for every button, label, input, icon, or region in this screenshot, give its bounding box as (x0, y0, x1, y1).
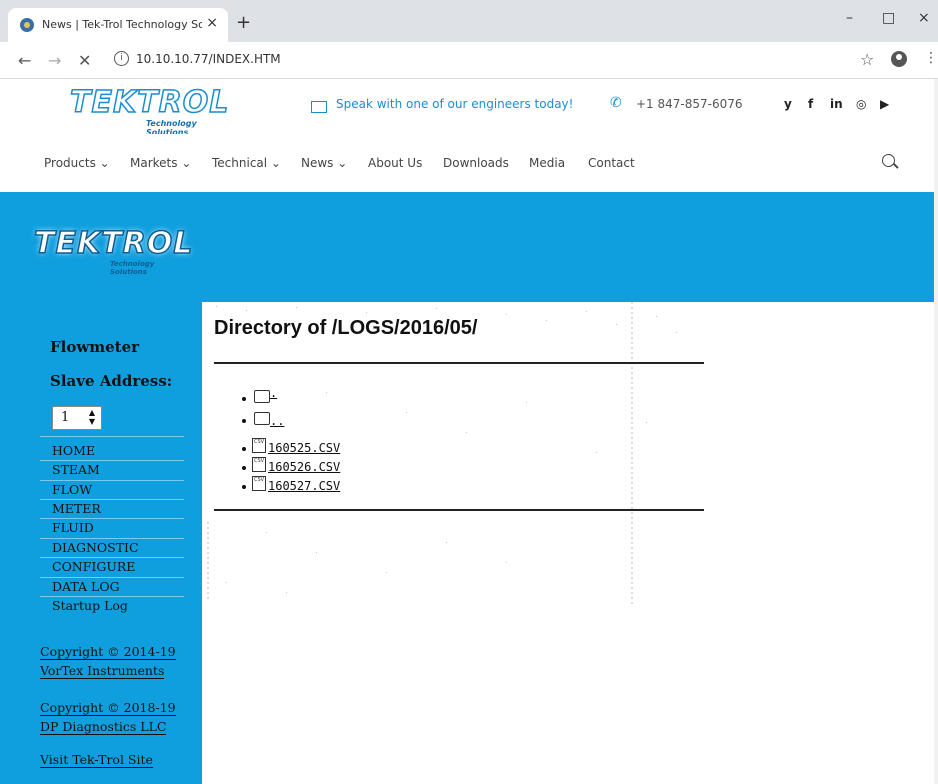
copyright-dp-diagnostics[interactable]: Copyright © 2018-19 DP Diagnostics LLC (40, 698, 176, 736)
list-item[interactable]: CSV 160526.CSV (242, 457, 442, 477)
sidebar-link-startup-log[interactable]: Startup Log (52, 598, 128, 613)
back-arrow-icon[interactable]: ← (18, 51, 31, 70)
divider (40, 577, 184, 578)
divider (40, 436, 184, 437)
site-header: TEKTROL Technology Solutions Speak with … (0, 79, 934, 137)
sidebar-link-fluid[interactable]: FLUID (52, 520, 94, 535)
page-scrollbar[interactable] (934, 79, 938, 784)
site-favicon-icon (20, 18, 34, 32)
nav-downloads[interactable]: Downloads (443, 156, 509, 170)
tektrol-logo[interactable]: TEKTROL Technology Solutions (69, 84, 230, 137)
facebook-icon[interactable]: f (808, 97, 813, 111)
nav-technical[interactable]: Technical ⌄ (212, 156, 281, 170)
info-icon[interactable]: i (114, 51, 129, 66)
csv-file-icon: CSV (252, 476, 266, 491)
page-title: Directory of /LOGS/2016/05/ (214, 317, 478, 339)
browser-tab[interactable]: News | Tek-Trol Technology Solut × (8, 8, 228, 42)
sidebar-link-diagnostic[interactable]: DIAGNOSTIC (52, 540, 139, 555)
site-navigation: Products ⌄ Markets ⌄ Technical ⌄ News ⌄ … (0, 134, 934, 192)
sidebar-link-configure[interactable]: CONFIGURE (52, 559, 135, 574)
maximize-button[interactable]: □ (882, 10, 895, 26)
profile-avatar-icon[interactable] (891, 51, 907, 67)
tab-title: News | Tek-Trol Technology Solut (42, 18, 202, 31)
linkedin-icon[interactable]: in (830, 97, 843, 111)
new-tab-button[interactable]: + (236, 12, 251, 33)
url-text[interactable]: 10.10.10.77/INDEX.HTM (136, 52, 281, 66)
divider (40, 480, 184, 481)
copyright-vortex[interactable]: Copyright © 2014-19 VorTex Instruments (40, 642, 176, 680)
divider (40, 596, 184, 597)
search-icon[interactable] (882, 154, 895, 167)
browser-tab-bar: News | Tek-Trol Technology Solut × + – □… (0, 0, 938, 42)
nav-about-us[interactable]: About Us (368, 156, 422, 170)
list-item[interactable]: CSV 160525.CSV (242, 438, 442, 458)
tektrol-banner-logo: TEKTROL Technology Solutions (33, 225, 194, 276)
forward-arrow-icon[interactable]: → (48, 51, 61, 70)
sidebar-title-flowmeter: Flowmeter (50, 338, 140, 356)
youtube-icon[interactable]: ▶ (880, 97, 889, 111)
minimize-button[interactable]: – (846, 10, 853, 26)
sidebar-link-data-log[interactable]: DATA LOG (52, 579, 120, 594)
list-item[interactable]: CSV 160527.CSV (242, 476, 442, 496)
list-item[interactable]: . (242, 386, 442, 408)
stepper-arrows-icon[interactable]: ▲ ▼ (89, 408, 95, 426)
folder-icon (254, 390, 270, 403)
sidebar-link-steam[interactable]: STEAM (52, 462, 100, 477)
list-item[interactable]: .. (242, 410, 442, 430)
nav-news[interactable]: News ⌄ (301, 156, 347, 170)
sidebar-link-flow[interactable]: FLOW (52, 482, 92, 497)
sidebar-link-meter[interactable]: METER (52, 501, 101, 516)
divider (40, 538, 184, 539)
csv-file-icon: CSV (252, 457, 266, 472)
nav-contact[interactable]: Contact (588, 156, 635, 170)
phone-number[interactable]: +1 847-857-6076 (636, 97, 743, 111)
divider (40, 499, 184, 500)
folder-icon (254, 412, 270, 425)
stop-loading-icon[interactable]: ✕ (78, 51, 91, 70)
tab-close-icon[interactable]: × (206, 15, 218, 31)
sidebar-link-home[interactable]: HOME (52, 443, 95, 458)
slave-address-stepper[interactable]: 1 ▲ ▼ (52, 406, 102, 430)
mail-icon (311, 101, 327, 113)
url-field[interactable]: i 10.10.10.77/INDEX.HTM (108, 48, 888, 72)
divider (40, 460, 184, 461)
horizontal-rule (214, 362, 704, 364)
divider (40, 518, 184, 519)
address-bar: ← → ✕ i 10.10.10.77/INDEX.HTM ☆ ⋮ (0, 42, 938, 79)
phone-icon: ✆ (610, 95, 622, 111)
horizontal-rule (214, 509, 704, 511)
nav-markets[interactable]: Markets ⌄ (130, 156, 191, 170)
nav-media[interactable]: Media (529, 156, 565, 170)
visit-tektrol-link[interactable]: Visit Tek-Trol Site (40, 750, 153, 769)
bookmark-star-icon[interactable]: ☆ (860, 50, 874, 69)
instagram-icon[interactable]: ◎ (856, 97, 866, 111)
device-sidebar: Flowmeter Slave Address: 1 ▲ ▼ HOME STEAM… (0, 302, 202, 784)
contact-engineers-link[interactable]: Speak with one of our engineers today! (336, 97, 573, 111)
blue-banner: TEKTROL Technology Solutions (0, 192, 934, 302)
csv-file-icon: CSV (252, 438, 266, 453)
browser-menu-icon[interactable]: ⋮ (924, 50, 938, 66)
sidebar-title-slave-address: Slave Address: (50, 372, 173, 390)
divider (40, 557, 184, 558)
nav-products[interactable]: Products ⌄ (44, 156, 110, 170)
twitter-icon[interactable]: y (784, 97, 792, 111)
window-close-button[interactable]: × (918, 10, 930, 26)
directory-listing-frame: Directory of /LOGS/2016/05/ . .. CSV 160… (202, 302, 934, 784)
